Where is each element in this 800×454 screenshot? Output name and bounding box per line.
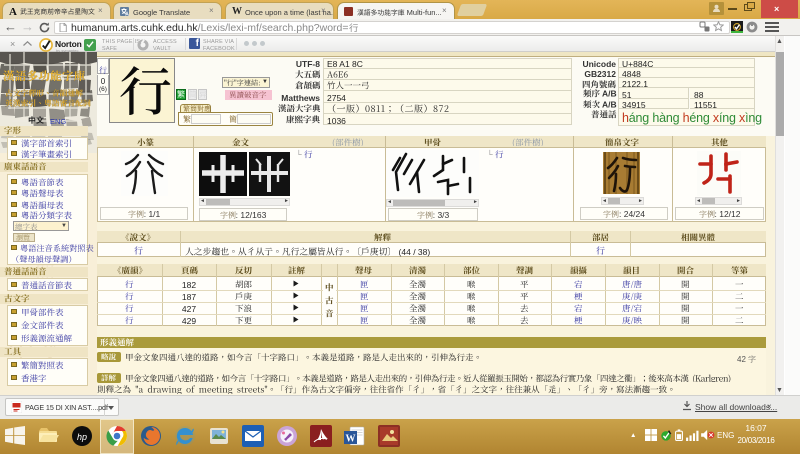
svg-text:W: W [346, 434, 356, 445]
svg-text:hp: hp [77, 432, 87, 442]
